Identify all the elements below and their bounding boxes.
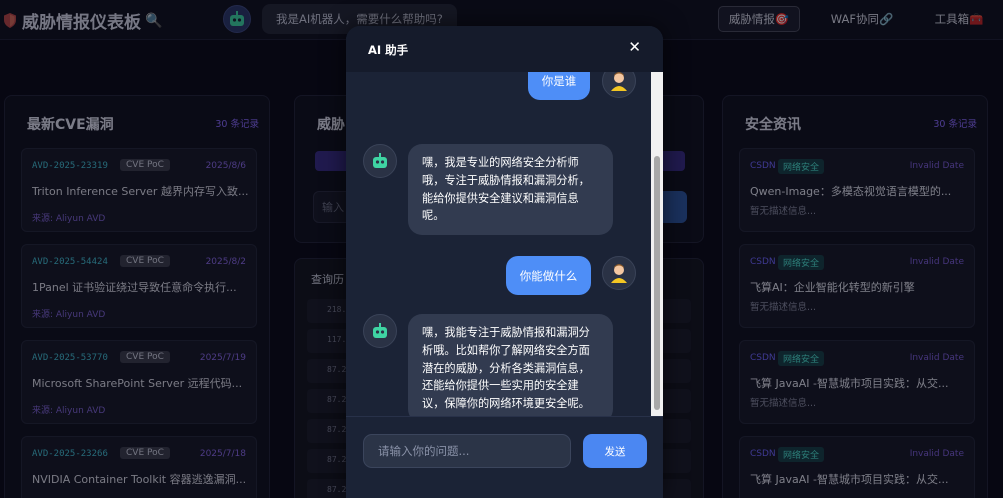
robot-icon	[373, 153, 387, 168]
chat-input-area: 发送	[346, 416, 663, 498]
ai-assistant-dialog: AI 助手 ✕ 你是谁 嘿，我是专业的网络安全分析师 哦，专注于威胁情报和漏洞分…	[346, 26, 663, 498]
user-avatar-icon	[611, 72, 627, 91]
robot-icon	[373, 323, 387, 338]
user-avatar	[602, 256, 636, 290]
send-button[interactable]: 发送	[583, 434, 647, 468]
bot-message: 嘿，我是专业的网络安全分析师 哦，专注于威胁情报和漏洞分析， 能给你提供安全建议…	[408, 144, 613, 236]
dialog-title: AI 助手	[368, 43, 409, 57]
user-message: 你是谁	[528, 72, 590, 100]
user-avatar-icon	[611, 264, 627, 283]
bot-avatar	[363, 314, 397, 348]
user-avatar	[602, 72, 636, 98]
close-icon[interactable]: ✕	[628, 38, 641, 56]
chat-scrollbar-thumb[interactable]	[654, 156, 660, 410]
bot-message: 嘿，我能专注于威胁情报和漏洞分 析哦。比如帮你了解网络安全方面 潜在的威胁，分析…	[408, 314, 613, 416]
chat-scrollbar[interactable]	[651, 72, 663, 416]
dialog-header: AI 助手 ✕	[346, 26, 663, 72]
chat-messages: 你是谁 嘿，我是专业的网络安全分析师 哦，专注于威胁情报和漏洞分析， 能给你提供…	[346, 72, 663, 416]
user-message: 你能做什么	[506, 256, 591, 295]
bot-avatar	[363, 144, 397, 178]
chat-question-input[interactable]	[363, 434, 571, 468]
